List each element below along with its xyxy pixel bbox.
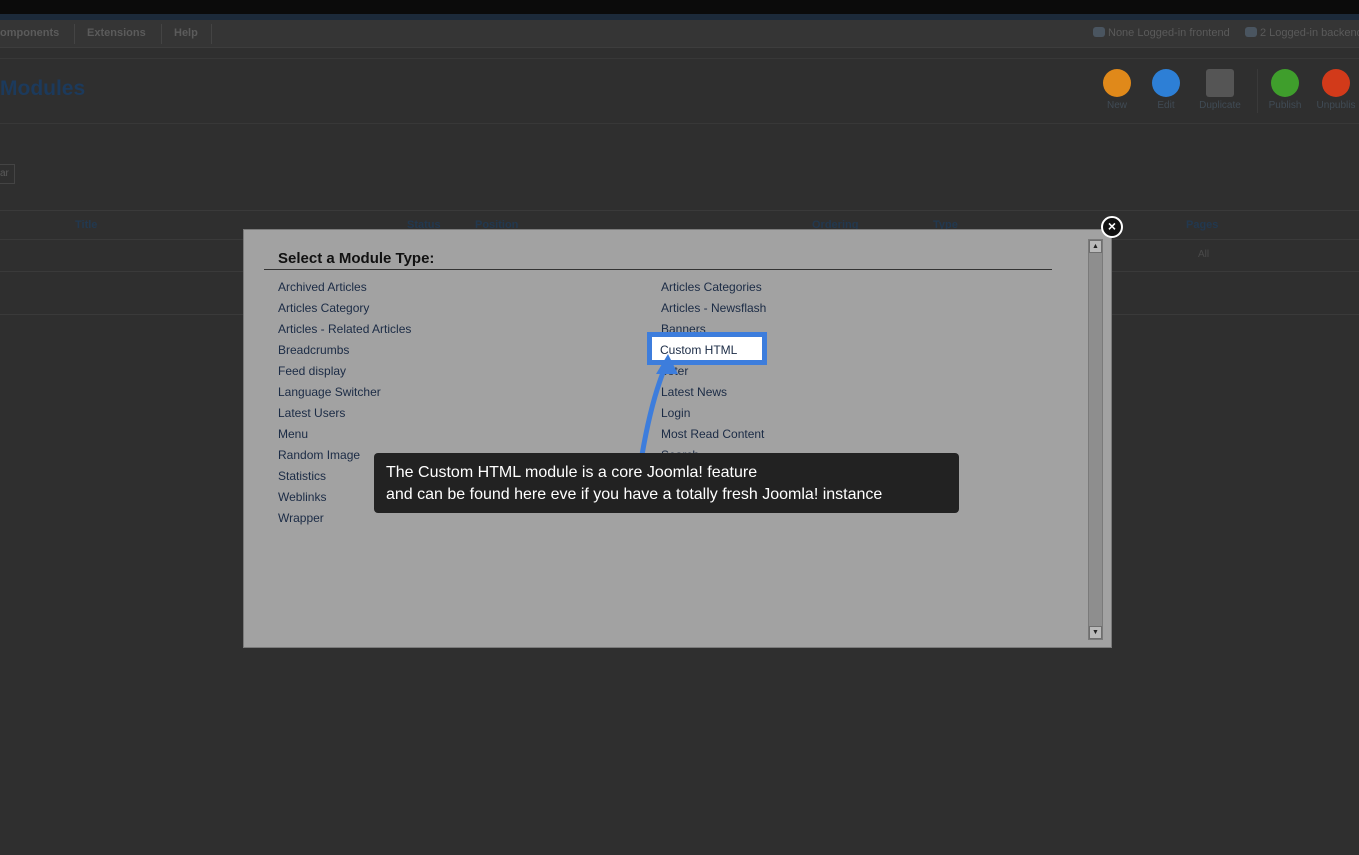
callout-line-1: The Custom HTML module is a core Joomla!… [386,464,758,481]
callout-line-2: and can be found here eve if you have a … [386,486,883,503]
tutorial-callout: The Custom HTML module is a core Joomla!… [374,453,959,513]
callout-arrow-icon [639,354,678,456]
